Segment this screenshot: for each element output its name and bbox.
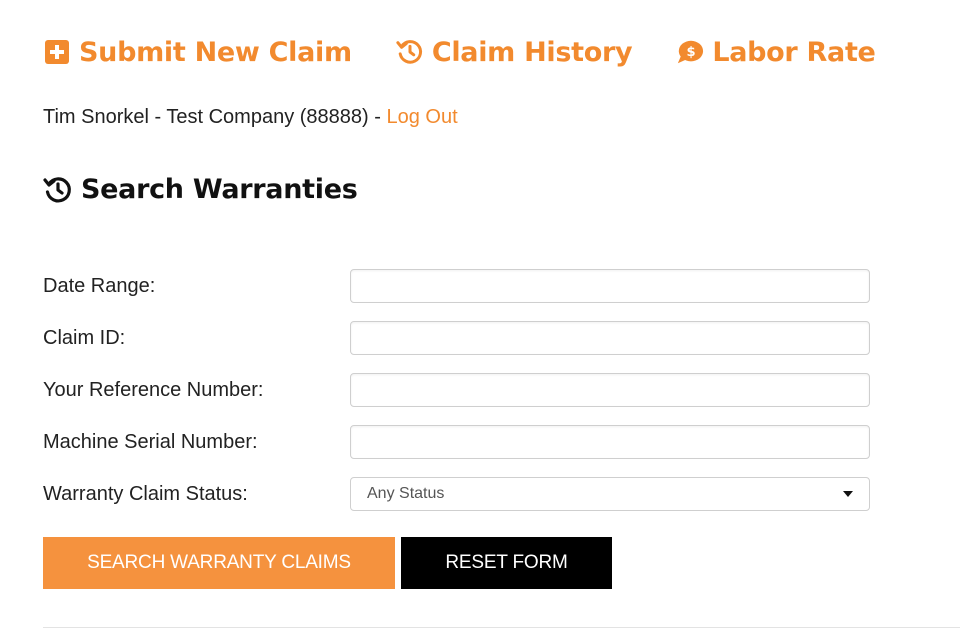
date-range-label: Date Range: <box>43 274 156 297</box>
reference-number-label: Your Reference Number: <box>43 378 264 401</box>
history-clock-icon <box>43 175 73 205</box>
search-button-label: Search Warranty Claims <box>87 552 351 573</box>
top-navigation: Submit New Claim Claim History $ Labor R… <box>43 30 876 74</box>
date-range-input[interactable] <box>350 269 870 303</box>
submit-new-claim-label: Submit New Claim <box>79 36 352 68</box>
reset-form-button[interactable]: Reset Form <box>401 537 612 589</box>
logout-link[interactable]: Log Out <box>386 106 457 128</box>
svg-text:$: $ <box>687 45 696 60</box>
labor-rate-label: Labor Rate <box>712 36 876 68</box>
plus-square-icon <box>43 38 71 66</box>
submit-new-claim-link[interactable]: Submit New Claim <box>43 37 352 68</box>
claim-status-label: Warranty Claim Status: <box>43 482 248 505</box>
claim-id-row: Claim ID: <box>43 319 873 357</box>
divider <box>43 627 960 628</box>
claim-history-label: Claim History <box>431 36 633 68</box>
claim-status-selected-value: Any Status <box>367 485 445 502</box>
claim-history-link[interactable]: Claim History <box>396 36 633 68</box>
claim-status-select[interactable]: Any Status <box>350 477 870 511</box>
reference-number-row: Your Reference Number: <box>43 371 873 409</box>
caret-down-icon <box>843 491 853 497</box>
search-warranties-heading: Search Warranties <box>43 174 358 205</box>
serial-number-input[interactable] <box>350 425 870 459</box>
search-warranty-claims-button[interactable]: Search Warranty Claims <box>43 537 395 589</box>
reference-number-input[interactable] <box>350 373 870 407</box>
serial-number-row: Machine Serial Number: <box>43 423 873 461</box>
history-clock-icon <box>396 38 424 66</box>
claim-status-row: Warranty Claim Status: Any Status <box>43 475 873 513</box>
serial-number-label: Machine Serial Number: <box>43 430 258 453</box>
user-info-text: Tim Snorkel - Test Company (88888) - <box>43 106 387 128</box>
date-range-row: Date Range: <box>43 267 873 305</box>
reset-button-label: Reset Form <box>445 552 568 573</box>
dollar-speech-bubble-icon: $ <box>676 38 704 66</box>
claim-id-input[interactable] <box>350 321 870 355</box>
user-info-line: Tim Snorkel - Test Company (88888) - Log… <box>43 106 458 129</box>
page-title: Search Warranties <box>81 174 358 205</box>
warranty-search-page: Submit New Claim Claim History $ Labor R… <box>0 0 960 633</box>
labor-rate-link[interactable]: $ Labor Rate <box>676 36 876 68</box>
claim-id-label: Claim ID: <box>43 326 126 349</box>
